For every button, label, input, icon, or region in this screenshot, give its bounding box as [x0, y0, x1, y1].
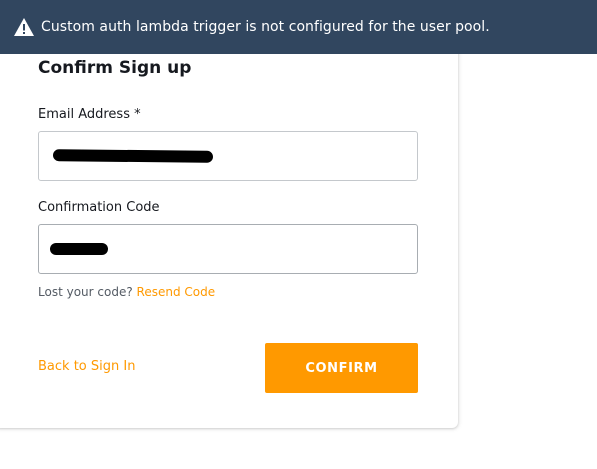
- redaction-mark: [52, 149, 214, 163]
- hint-text: Lost your code?: [38, 285, 133, 299]
- redaction-mark: [50, 243, 108, 255]
- confirm-button[interactable]: CONFIRM: [265, 343, 418, 393]
- toast-message: Custom auth lambda trigger is not config…: [41, 19, 490, 35]
- resend-hint: Lost your code? Resend Code: [38, 285, 215, 299]
- page: Custom auth lambda trigger is not config…: [0, 0, 597, 469]
- confirmation-code-label: Confirmation Code: [38, 200, 160, 215]
- form-title: Confirm Sign up: [38, 58, 192, 78]
- warning-icon: [13, 17, 35, 37]
- resend-code-link[interactable]: Resend Code: [137, 285, 216, 299]
- email-field[interactable]: [38, 131, 418, 181]
- confirmation-code-field[interactable]: [38, 224, 418, 274]
- error-toast: Custom auth lambda trigger is not config…: [0, 0, 597, 54]
- back-to-sign-in-link[interactable]: Back to Sign In: [38, 359, 135, 374]
- email-label: Email Address *: [38, 107, 141, 122]
